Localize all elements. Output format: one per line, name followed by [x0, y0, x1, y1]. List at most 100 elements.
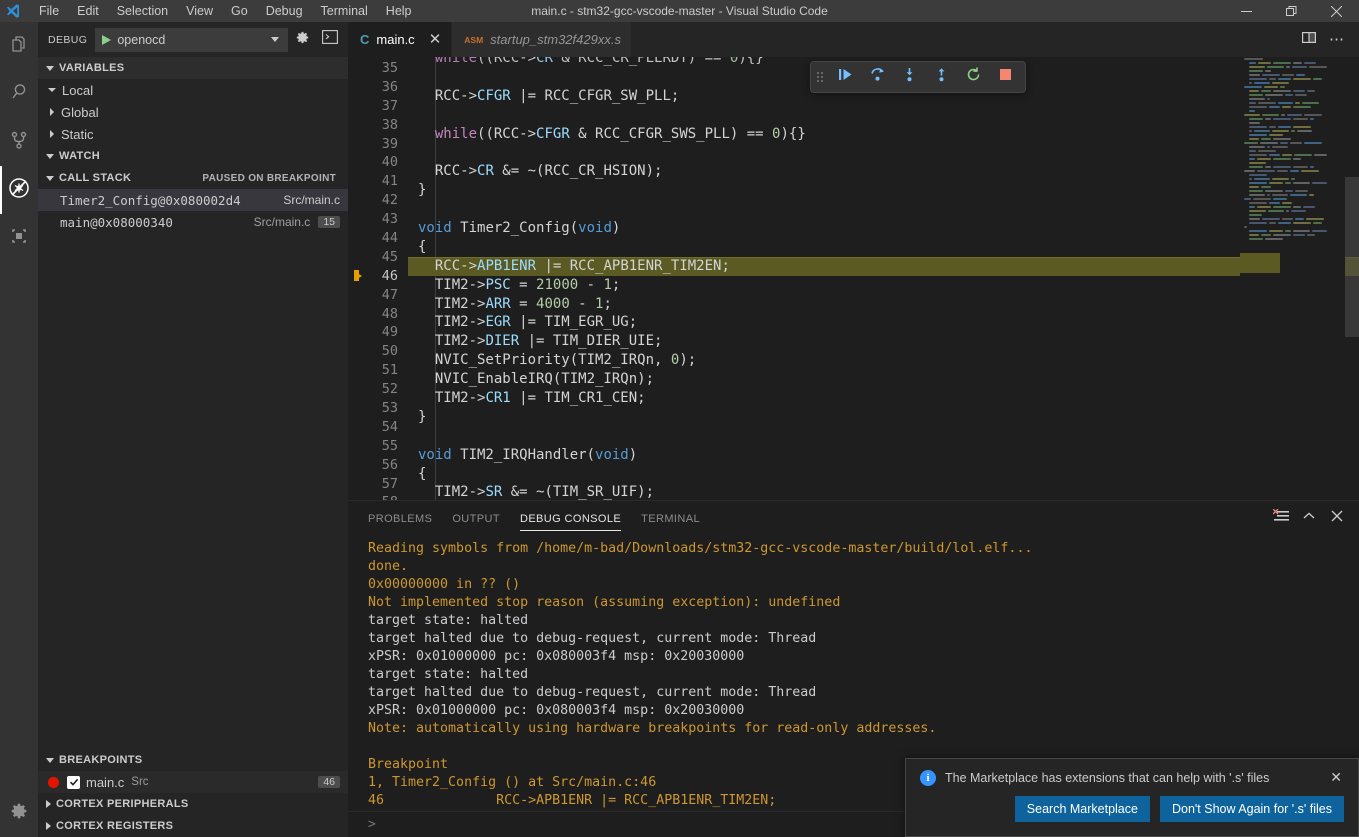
variables-scope-global[interactable]: Global — [38, 101, 348, 123]
debug-configuration-select[interactable]: openocd — [95, 28, 288, 52]
manage-settings-button[interactable] — [0, 789, 38, 837]
debug-settings-button[interactable] — [288, 26, 316, 54]
callstack-pane-header[interactable]: CALL STACK PAUSED ON BREAKPOINT — [38, 167, 348, 189]
menu-help[interactable]: Help — [377, 1, 421, 21]
drag-handle-icon[interactable] — [811, 62, 829, 92]
minimap-segment — [1304, 114, 1322, 116]
cortex-registers-pane-header[interactable]: CORTEX REGISTERS — [38, 815, 348, 837]
code-line[interactable]: TIM2->DIER |= TIM_DIER_UIE; — [408, 332, 1359, 351]
minimap-segment — [1249, 98, 1265, 100]
restore-button[interactable] — [1269, 0, 1314, 22]
menu-go[interactable]: Go — [222, 1, 257, 21]
code-line[interactable]: void Timer2_Config(void) — [408, 219, 1359, 238]
maximize-panel-button[interactable] — [1295, 505, 1323, 533]
variables-scope-static[interactable]: Static — [38, 123, 348, 145]
code-line[interactable] — [408, 143, 1359, 162]
callstack-frame[interactable]: Timer2_Config@0x080002d4 Src/main.c — [38, 189, 348, 211]
open-debug-console-button[interactable] — [316, 26, 344, 54]
checkbox-checked-icon[interactable] — [67, 776, 80, 789]
code-token: TIM2-> — [418, 277, 485, 293]
tab-terminal[interactable]: TERMINAL — [641, 501, 700, 536]
code-line[interactable] — [408, 427, 1359, 446]
callstack-frame[interactable]: main@0x08000340 Src/main.c 15 — [38, 211, 348, 233]
editor-more-actions-button[interactable]: ⋯ — [1323, 26, 1351, 54]
step-into-button[interactable] — [893, 62, 925, 92]
code-line[interactable]: NVIC_SetPriority(TIM2_IRQn, 0); — [408, 351, 1359, 370]
tab-startup-asm[interactable]: ASM startup_stm32f429xx.s — [452, 22, 632, 57]
close-icon[interactable]: ✕ — [429, 32, 442, 47]
variables-pane-header[interactable]: VARIABLES — [38, 57, 348, 79]
minimap-segment — [1304, 62, 1316, 64]
minimap-segment — [1293, 118, 1308, 120]
code-line[interactable]: { — [408, 238, 1359, 257]
code-token: } — [418, 409, 426, 425]
code-line[interactable]: RCC->APB1ENR |= RCC_APB1ENR_TIM2EN; — [408, 257, 1359, 276]
code-line[interactable]: } — [408, 181, 1359, 200]
breakpoint-item[interactable]: main.c Src 46 — [38, 771, 348, 793]
minimap-segment — [1265, 70, 1271, 72]
continue-button[interactable] — [829, 62, 861, 92]
sidebar-item-run-and-debug[interactable] — [0, 166, 38, 214]
code-line[interactable]: TIM2->ARR = 4000 - 1; — [408, 295, 1359, 314]
code-line[interactable]: NVIC_EnableIRQ(TIM2_IRQn); — [408, 370, 1359, 389]
sidebar-item-explorer[interactable] — [0, 22, 38, 70]
tab-output[interactable]: OUTPUT — [452, 501, 500, 536]
minimize-button[interactable] — [1224, 0, 1269, 22]
search-marketplace-button[interactable]: Search Marketplace — [1015, 796, 1150, 822]
menu-edit[interactable]: Edit — [68, 1, 108, 21]
breakpoints-pane-header[interactable]: BREAKPOINTS — [38, 749, 348, 771]
menu-view[interactable]: View — [177, 1, 222, 21]
variables-scope-local[interactable]: Local — [38, 79, 348, 101]
step-out-button[interactable] — [925, 62, 957, 92]
code-editor[interactable]: 3536373839404142434445464748495051525354… — [348, 57, 1359, 500]
step-over-button[interactable] — [861, 62, 893, 92]
code-line[interactable]: TIM2->PSC = 21000 - 1; — [408, 276, 1359, 295]
chevron-down-icon — [46, 66, 54, 71]
code-line[interactable]: TIM2->EGR |= TIM_EGR_UG; — [408, 313, 1359, 332]
code-line[interactable]: TIM2->CR1 |= TIM_CR1_CEN; — [408, 389, 1359, 408]
cortex-peripherals-pane-header[interactable]: CORTEX PERIPHERALS — [38, 793, 348, 815]
dont-show-again-button[interactable]: Don't Show Again for '.s' files — [1160, 796, 1344, 822]
clear-console-button[interactable] — [1267, 505, 1295, 533]
breakpoints-pane-body: main.c Src 46 — [38, 771, 348, 793]
close-panel-button[interactable] — [1323, 505, 1351, 533]
sidebar-item-source-control[interactable] — [0, 118, 38, 166]
close-icon[interactable]: ✕ — [1326, 769, 1346, 786]
menu-debug[interactable]: Debug — [257, 1, 312, 21]
code-lines[interactable]: while((RCC->CR & RCC_CR_PLLRDY) == 0){} … — [408, 57, 1359, 500]
code-line[interactable] — [408, 106, 1359, 125]
sidebar-item-extensions[interactable] — [0, 214, 38, 262]
menu-terminal[interactable]: Terminal — [312, 1, 377, 21]
code-line[interactable]: while((RCC->CFGR & RCC_CFGR_SWS_PLL) == … — [408, 125, 1359, 144]
tab-main-c[interactable]: C main.c ✕ — [348, 22, 452, 57]
minimap-segment — [1257, 170, 1275, 172]
scrollbar-thumb[interactable] — [1345, 177, 1359, 337]
minimap-segment — [1293, 222, 1311, 224]
menu-file[interactable]: File — [30, 1, 68, 21]
close-button[interactable] — [1314, 0, 1359, 22]
stop-button[interactable] — [989, 62, 1021, 92]
code-line[interactable]: RCC->CR &= ~(RCC_CR_HSION); — [408, 162, 1359, 181]
code-token: TIM2-> — [418, 484, 485, 500]
debug-toolbar[interactable] — [810, 61, 1026, 93]
restart-button[interactable] — [957, 62, 989, 92]
editor-scrollbar[interactable] — [1345, 57, 1359, 500]
scope-label: Local — [62, 83, 93, 98]
split-editor-button[interactable] — [1295, 26, 1323, 54]
tab-debug-console[interactable]: DEBUG CONSOLE — [520, 501, 621, 536]
sidebar-item-search[interactable] — [0, 70, 38, 118]
minimap-line — [1240, 285, 1345, 288]
minimap-line — [1240, 129, 1345, 132]
code-line[interactable]: TIM2->SR &= ~(TIM_SR_UIF); — [408, 483, 1359, 500]
play-icon[interactable] — [102, 35, 111, 45]
code-line[interactable]: void TIM2_IRQHandler(void) — [408, 446, 1359, 465]
watch-pane-header[interactable]: WATCH — [38, 145, 348, 167]
minimap[interactable] — [1240, 57, 1345, 500]
minimap-segment — [1290, 142, 1302, 144]
menu-selection[interactable]: Selection — [108, 1, 177, 21]
tab-problems[interactable]: PROBLEMS — [368, 501, 432, 536]
breakpoints-pane: BREAKPOINTS main.c Src 46 CORTE — [38, 749, 348, 837]
code-line[interactable]: } — [408, 408, 1359, 427]
code-line[interactable]: { — [408, 465, 1359, 484]
code-line[interactable] — [408, 200, 1359, 219]
